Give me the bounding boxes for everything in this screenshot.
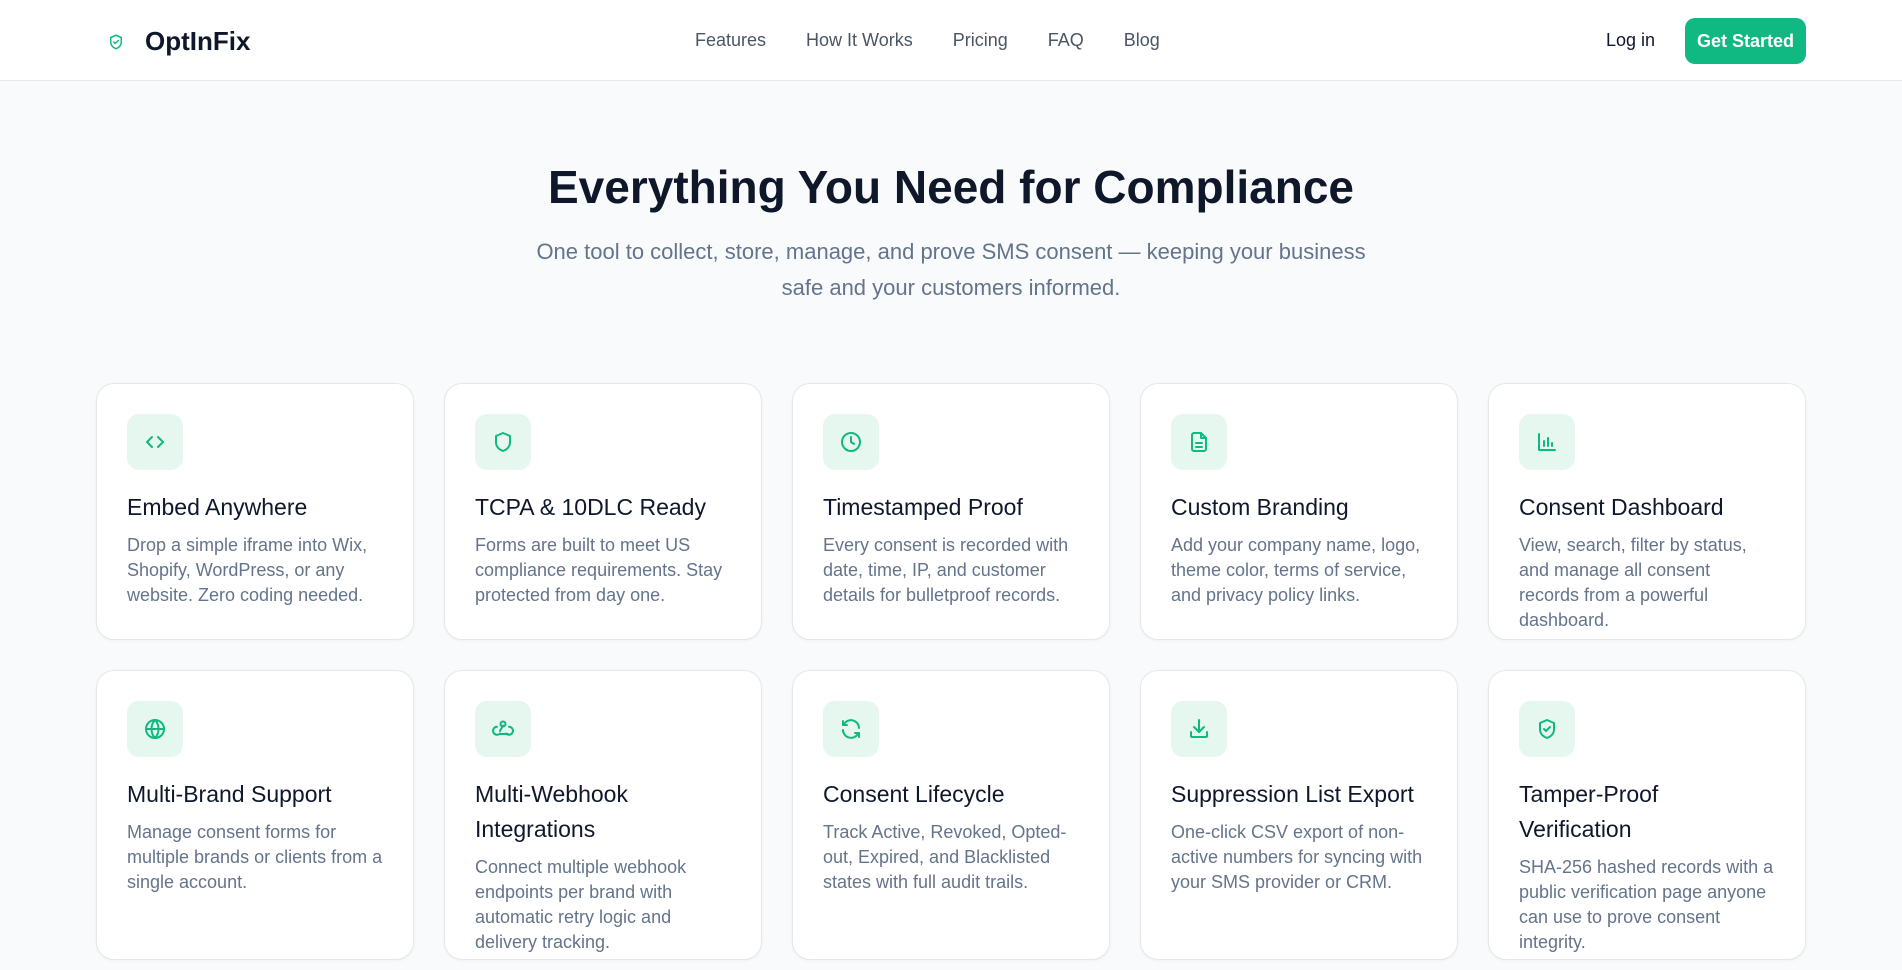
feature-title: Multi-Webhook Integrations (475, 781, 628, 842)
login-link[interactable]: Log in (1606, 30, 1655, 51)
nav-pricing[interactable]: Pricing (953, 30, 1008, 51)
feature-description: SHA-256 hashed records with a public ver… (1519, 857, 1774, 952)
feature-title: Consent Lifecycle (823, 781, 1005, 807)
webhook-icon (475, 701, 531, 757)
feature-card-branding: Custom Branding Add your company name, l… (1140, 383, 1458, 640)
download-icon (1171, 701, 1227, 757)
shield-check-icon (110, 34, 122, 49)
feature-title: Consent Dashboard (1519, 494, 1724, 520)
code-icon (127, 414, 183, 470)
nav-how-it-works[interactable]: How It Works (806, 30, 913, 51)
feature-card-tcpa: TCPA & 10DLC Ready Forms are built to me… (444, 383, 762, 640)
bar-chart-icon (1519, 414, 1575, 470)
feature-description: Track Active, Revoked, Opted-out, Expire… (823, 822, 1067, 892)
brand-logo[interactable]: OptInFix (107, 26, 250, 57)
shield-check-icon (1519, 701, 1575, 757)
feature-title: Embed Anywhere (127, 494, 308, 520)
feature-card-multi-brand: Multi-Brand Support Manage consent forms… (96, 670, 414, 960)
feature-description: Every consent is recorded with date, tim… (823, 535, 1069, 605)
feature-title: Timestamped Proof (823, 494, 1023, 520)
feature-card-timestamp: Timestamped Proof Every consent is recor… (792, 383, 1110, 640)
feature-card-suppression: Suppression List Export One-click CSV ex… (1140, 670, 1458, 960)
section-title: Everything You Need for Compliance (547, 161, 1354, 213)
feature-card-tamper-proof: Tamper-Proof Verification SHA-256 hashed… (1488, 670, 1806, 960)
features-grid: Embed Anywhere Drop a simple iframe into… (96, 383, 1806, 960)
feature-title: Multi-Brand Support (127, 781, 332, 807)
document-icon (1171, 414, 1227, 470)
main-nav: Features How It Works Pricing FAQ Blog (695, 30, 1200, 51)
feature-description: Forms are built to meet US compliance re… (475, 535, 723, 605)
globe-icon (127, 701, 183, 757)
feature-card-dashboard: Consent Dashboard View, search, filter b… (1488, 383, 1806, 640)
feature-title: Suppression List Export (1171, 781, 1414, 807)
feature-card-embed: Embed Anywhere Drop a simple iframe into… (96, 383, 414, 640)
clock-icon (823, 414, 879, 470)
nav-features[interactable]: Features (695, 30, 766, 51)
feature-card-lifecycle: Consent Lifecycle Track Active, Revoked,… (792, 670, 1110, 960)
site-header: OptInFix Features How It Works Pricing F… (0, 0, 1902, 81)
section-subtitle: One tool to collect, store, manage, and … (536, 239, 1366, 300)
feature-description: Connect multiple webhook endpoints per b… (475, 857, 687, 952)
brand-name: OptInFix (145, 26, 251, 56)
feature-description: Manage consent forms for multiple brands… (127, 822, 383, 892)
nav-faq[interactable]: FAQ (1048, 30, 1084, 51)
feature-card-webhooks: Multi-Webhook Integrations Connect multi… (444, 670, 762, 960)
nav-blog[interactable]: Blog (1124, 30, 1160, 51)
refresh-icon (823, 701, 879, 757)
feature-description: View, search, filter by status, and mana… (1519, 535, 1747, 630)
feature-description: Add your company name, logo, theme color… (1171, 535, 1421, 605)
feature-description: One-click CSV export of non-active numbe… (1171, 822, 1423, 892)
feature-title: Tamper-Proof Verification (1519, 781, 1659, 842)
feature-description: Drop a simple iframe into Wix, Shopify, … (127, 535, 368, 605)
feature-title: Custom Branding (1171, 494, 1349, 520)
shield-icon (475, 414, 531, 470)
feature-title: TCPA & 10DLC Ready (475, 494, 706, 520)
get-started-button[interactable]: Get Started (1685, 18, 1806, 64)
